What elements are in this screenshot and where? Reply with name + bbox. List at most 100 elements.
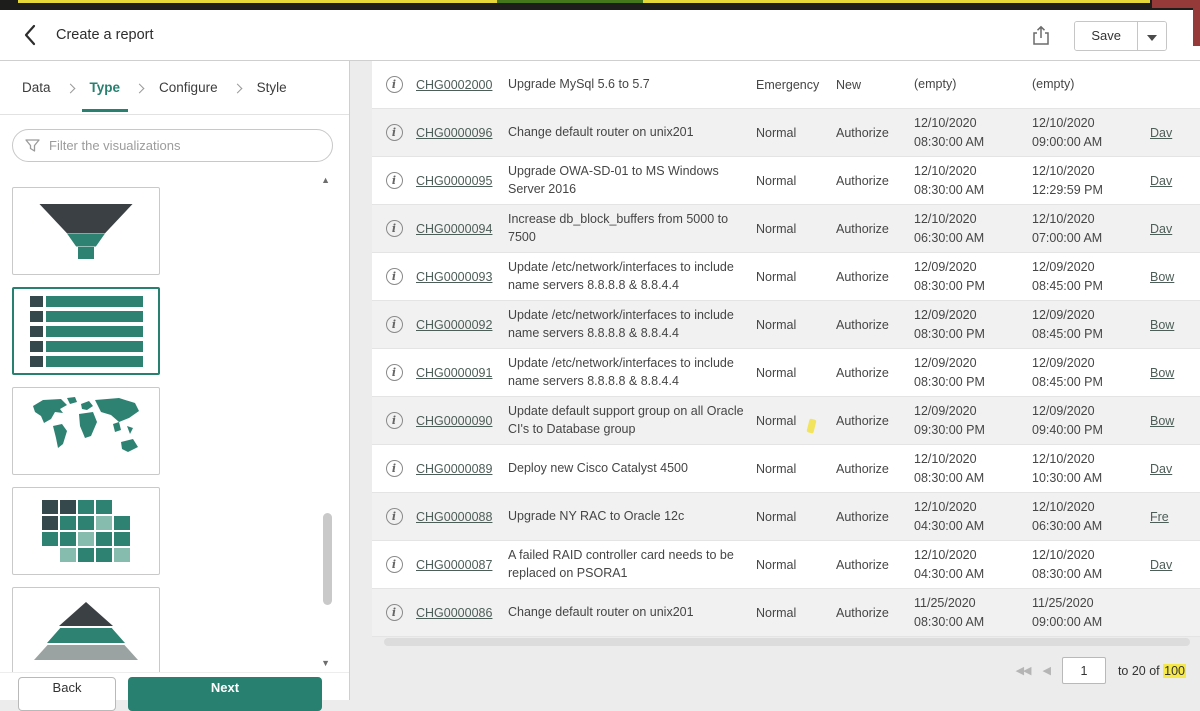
info-icon[interactable]: i	[386, 220, 403, 237]
chevron-right-icon	[65, 83, 75, 93]
table-row: i CHG0000086 Change default router on un…	[372, 589, 1200, 637]
wizard-step-configure[interactable]: Configure	[159, 80, 218, 95]
viz-card-list[interactable]	[12, 287, 160, 375]
info-icon[interactable]: i	[386, 604, 403, 621]
wizard-step-data[interactable]: Data	[22, 80, 51, 95]
horizontal-scrollbar[interactable]	[384, 638, 1190, 646]
state-cell: Authorize	[836, 318, 914, 332]
change-number-link[interactable]: CHG0000091	[416, 366, 492, 380]
row-info-cell: i	[372, 316, 416, 333]
table-row: i CHG0002000 Upgrade MySql 5.6 to 5.7 Em…	[372, 61, 1200, 109]
row-info-cell: i	[372, 412, 416, 429]
priority-cell: Normal	[756, 126, 836, 140]
info-icon[interactable]: i	[386, 76, 403, 93]
change-number-link[interactable]: CHG0002000	[416, 78, 492, 92]
assignee-link[interactable]: Bow	[1150, 366, 1190, 380]
change-number-link[interactable]: CHG0000090	[416, 414, 492, 428]
change-number-link[interactable]: CHG0000095	[416, 174, 492, 188]
end-date-cell: 12/09/2020 08:45:00 PM	[1032, 354, 1150, 390]
assignee-link[interactable]: Dav	[1150, 558, 1190, 572]
info-icon[interactable]: i	[386, 316, 403, 333]
state-cell: Authorize	[836, 558, 914, 572]
change-number-cell: CHG0000089	[416, 462, 508, 476]
end-date-cell: 12/10/2020 10:30:00 AM	[1032, 450, 1150, 486]
table-row: i CHG0000089 Deploy new Cisco Catalyst 4…	[372, 445, 1200, 493]
vertical-scrollbar-thumb[interactable]	[323, 513, 332, 605]
assignee-link[interactable]: Dav	[1150, 462, 1190, 476]
save-dropdown-button[interactable]	[1137, 22, 1166, 50]
assignee-link[interactable]: Dav	[1150, 174, 1190, 188]
assignee-link[interactable]: Fre	[1150, 510, 1190, 524]
share-icon[interactable]	[1032, 25, 1050, 49]
info-icon[interactable]: i	[386, 268, 403, 285]
filter-visualizations-input[interactable]	[12, 129, 333, 162]
table-row: i CHG0000096 Change default router on un…	[372, 109, 1200, 157]
state-cell: Authorize	[836, 606, 914, 620]
change-number-link[interactable]: CHG0000093	[416, 270, 492, 284]
assignee-link[interactable]: Bow	[1150, 270, 1190, 284]
row-info-cell: i	[372, 604, 416, 621]
change-number-link[interactable]: CHG0000092	[416, 318, 492, 332]
start-date-cell: 12/09/2020 08:30:00 PM	[914, 306, 1032, 342]
start-date-cell: 12/10/2020 08:30:00 AM	[914, 162, 1032, 198]
report-preview-table: i CHG0002000 Upgrade MySql 5.6 to 5.7 Em…	[372, 61, 1200, 637]
change-number-link[interactable]: CHG0000094	[416, 222, 492, 236]
previous-page-icon[interactable]: ◀	[1042, 664, 1049, 677]
assignee-link[interactable]: Dav	[1150, 222, 1190, 236]
table-row: i CHG0000091 Update /etc/network/interfa…	[372, 349, 1200, 397]
short-description-cell: Update default support group on all Orac…	[508, 403, 756, 438]
assignee-link[interactable]: Dav	[1150, 126, 1190, 140]
info-icon[interactable]: i	[386, 364, 403, 381]
priority-cell: Normal	[756, 462, 836, 476]
back-chevron-icon[interactable]	[18, 23, 42, 49]
first-page-icon[interactable]: ◀◀	[1016, 664, 1031, 677]
viz-card-pyramid[interactable]	[12, 587, 160, 672]
page-number-input[interactable]	[1062, 657, 1106, 684]
change-number-cell: CHG0002000	[416, 78, 508, 92]
chevron-right-icon	[135, 83, 145, 93]
chevron-right-icon	[232, 83, 242, 93]
wizard-step-style[interactable]: Style	[257, 80, 287, 95]
info-icon[interactable]: i	[386, 508, 403, 525]
short-description-cell: Update /etc/network/interfaces to includ…	[508, 355, 756, 390]
info-icon[interactable]: i	[386, 124, 403, 141]
pagination-bar: ◀◀ ◀ to 20 of 100	[1016, 657, 1186, 684]
report-type-panel: Data Type Configure Style	[0, 61, 350, 700]
wizard-step-type[interactable]: Type	[90, 80, 121, 95]
end-date-cell: 12/09/2020 08:45:00 PM	[1032, 258, 1150, 294]
change-number-link[interactable]: CHG0000087	[416, 558, 492, 572]
table-row: i CHG0000088 Upgrade NY RAC to Oracle 12…	[372, 493, 1200, 541]
save-button[interactable]: Save	[1075, 22, 1137, 50]
visualization-filter	[12, 129, 333, 162]
priority-cell: Normal	[756, 366, 836, 380]
next-button[interactable]: Next	[128, 677, 322, 711]
scroll-down-icon[interactable]: ▼	[321, 658, 330, 668]
viz-card-map[interactable]	[12, 387, 160, 475]
scroll-up-icon[interactable]: ▲	[321, 175, 330, 185]
state-cell: Authorize	[836, 174, 914, 188]
back-button[interactable]: Back	[18, 677, 116, 711]
state-cell: Authorize	[836, 366, 914, 380]
list-chart-icon	[30, 296, 143, 367]
end-date-cell: 12/10/2020 06:30:00 AM	[1032, 498, 1150, 534]
assignee-link[interactable]: Bow	[1150, 414, 1190, 428]
end-date-cell: 12/09/2020 08:45:00 PM	[1032, 306, 1150, 342]
change-number-cell: CHG0000094	[416, 222, 508, 236]
priority-cell: Emergency	[756, 78, 836, 92]
info-icon[interactable]: i	[386, 556, 403, 573]
change-number-link[interactable]: CHG0000096	[416, 126, 492, 140]
short-description-cell: Deploy new Cisco Catalyst 4500	[508, 460, 756, 478]
change-number-cell: CHG0000092	[416, 318, 508, 332]
end-date-cell: (empty)	[1032, 75, 1150, 93]
info-icon[interactable]: i	[386, 460, 403, 477]
change-number-link[interactable]: CHG0000088	[416, 510, 492, 524]
viz-card-funnel[interactable]	[12, 187, 160, 275]
change-number-link[interactable]: CHG0000089	[416, 462, 492, 476]
assignee-link[interactable]: Bow	[1150, 318, 1190, 332]
info-icon[interactable]: i	[386, 172, 403, 189]
viz-card-heatmap[interactable]	[12, 487, 160, 575]
short-description-cell: Change default router on unix201	[508, 124, 756, 142]
info-icon[interactable]: i	[386, 412, 403, 429]
change-number-link[interactable]: CHG0000086	[416, 606, 492, 620]
panel-footer: Back Next	[0, 672, 349, 700]
